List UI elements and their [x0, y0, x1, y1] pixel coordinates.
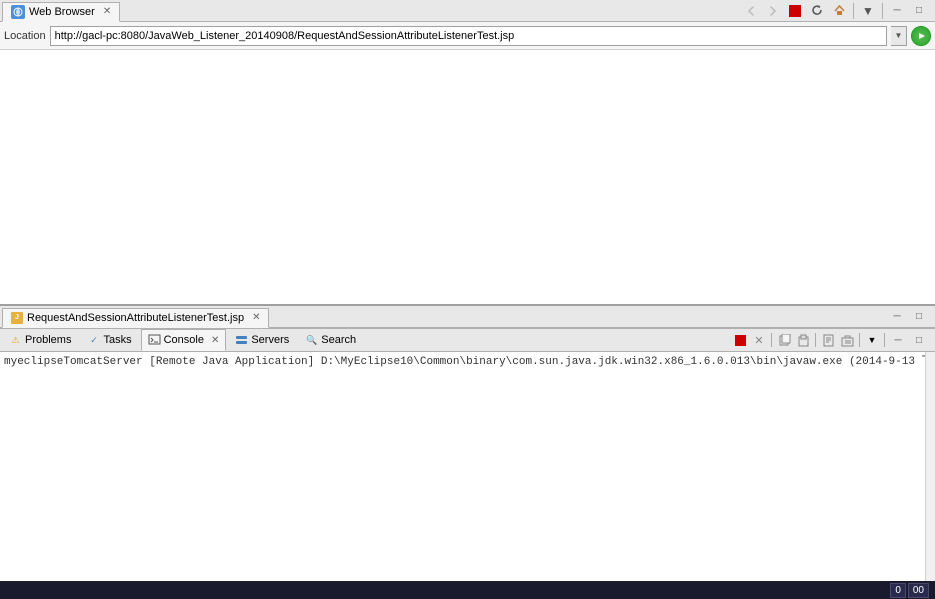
- tab-servers-label: Servers: [251, 334, 289, 346]
- toolbar-divider-1: [853, 3, 854, 19]
- tasks-icon: ✓: [87, 334, 100, 347]
- browser-tab-bar: Web Browser ✕: [0, 0, 935, 22]
- stop-icon: [735, 335, 746, 346]
- console-panel: ⚠ Problems ✓ Tasks: [0, 328, 935, 581]
- editor-maximize-button[interactable]: □: [909, 308, 929, 326]
- editor-tab[interactable]: J RequestAndSessionAttributeListenerTest…: [2, 308, 269, 328]
- url-dropdown[interactable]: ▼: [891, 26, 907, 46]
- console-paste-button[interactable]: [794, 331, 812, 349]
- stop-icon: [789, 5, 801, 17]
- browser-toolbar-buttons: ▼ ─ □: [741, 2, 933, 20]
- console-clear-button[interactable]: [838, 331, 856, 349]
- console-divider-2: [815, 333, 816, 347]
- servers-icon: [235, 334, 248, 347]
- console-terminate-button[interactable]: ✕: [750, 331, 768, 349]
- console-tab-close[interactable]: ✕: [211, 335, 219, 346]
- search-icon: 🔍: [305, 334, 318, 347]
- tab-tasks-label: Tasks: [103, 334, 131, 346]
- browser-content: [0, 50, 935, 304]
- console-tabs: ⚠ Problems ✓ Tasks: [2, 329, 363, 351]
- status-bar: 0 00: [0, 581, 935, 599]
- location-bar: Location ▼: [0, 22, 935, 50]
- dropdown-icon: ▼: [862, 4, 874, 18]
- tab-console[interactable]: Console ✕: [141, 329, 227, 351]
- clear-icon: [841, 334, 854, 347]
- console-maximize-button[interactable]: □: [909, 331, 929, 349]
- tab-tasks[interactable]: ✓ Tasks: [80, 329, 138, 351]
- web-browser-panel: Web Browser ✕: [0, 0, 935, 306]
- paste-icon: [797, 334, 810, 347]
- tab-problems-label: Problems: [25, 334, 71, 346]
- status-item-2: 00: [908, 583, 929, 598]
- editor-tabs: J RequestAndSessionAttributeListenerTest…: [2, 306, 269, 328]
- editor-tab-close[interactable]: ✕: [252, 312, 260, 323]
- refresh-button[interactable]: [807, 2, 827, 20]
- console-icon: [148, 334, 161, 347]
- console-toolbar-buttons: ✕: [731, 331, 933, 349]
- tab-problems[interactable]: ⚠ Problems: [2, 329, 78, 351]
- options-icon: ▼: [868, 335, 877, 345]
- console-scroll-lock-button[interactable]: [819, 331, 837, 349]
- console-options-button[interactable]: ▼: [863, 331, 881, 349]
- dropdown-button[interactable]: ▼: [858, 2, 878, 20]
- console-scrollbar[interactable]: [925, 352, 935, 581]
- console-divider-3: [859, 333, 860, 347]
- minimize-button[interactable]: ─: [887, 2, 907, 20]
- web-browser-tab[interactable]: Web Browser ✕: [2, 2, 120, 22]
- browser-tabs: Web Browser ✕: [2, 0, 120, 22]
- back-button[interactable]: [741, 2, 761, 20]
- console-entry: myeclipseTomcatServer [Remote Java Appli…: [4, 354, 921, 370]
- problems-icon: ⚠: [9, 334, 22, 347]
- browser-tab-close[interactable]: ✕: [103, 6, 111, 17]
- bottom-panel: J RequestAndSessionAttributeListenerTest…: [0, 306, 935, 581]
- editor-tab-label: RequestAndSessionAttributeListenerTest.j…: [27, 312, 244, 324]
- browser-tab-icon: [11, 5, 25, 19]
- console-divider-4: [884, 333, 885, 347]
- tab-console-label: Console: [164, 334, 204, 346]
- maximize-button[interactable]: □: [909, 2, 929, 20]
- status-item-1: 0: [890, 583, 906, 598]
- forward-button[interactable]: [763, 2, 783, 20]
- editor-toolbar-right: ─ □: [887, 308, 933, 326]
- console-content-wrapper: myeclipseTomcatServer [Remote Java Appli…: [0, 352, 935, 581]
- location-label: Location: [4, 30, 46, 42]
- go-button[interactable]: [911, 26, 931, 46]
- console-stop-button[interactable]: [731, 331, 749, 349]
- browser-tab-label: Web Browser: [29, 6, 95, 18]
- editor-tab-bar: J RequestAndSessionAttributeListenerTest…: [0, 306, 935, 328]
- url-input[interactable]: [50, 26, 887, 46]
- copy-icon: [778, 334, 791, 347]
- home-button[interactable]: [829, 2, 849, 20]
- console-copy-button[interactable]: [775, 331, 793, 349]
- terminate-icon: ✕: [754, 334, 763, 347]
- tab-servers[interactable]: Servers: [228, 329, 296, 351]
- console-content: myeclipseTomcatServer [Remote Java Appli…: [0, 352, 925, 581]
- scroll-lock-icon: [822, 334, 835, 347]
- tab-search[interactable]: 🔍 Search: [298, 329, 363, 351]
- toolbar-divider-2: [882, 3, 883, 19]
- console-minimize-button[interactable]: ─: [888, 331, 908, 349]
- console-tab-bar: ⚠ Problems ✓ Tasks: [0, 328, 935, 352]
- editor-minimize-button[interactable]: ─: [887, 308, 907, 326]
- jsp-file-icon: J: [11, 312, 23, 324]
- tab-search-label: Search: [321, 334, 356, 346]
- stop-button[interactable]: [785, 2, 805, 20]
- console-divider-1: [771, 333, 772, 347]
